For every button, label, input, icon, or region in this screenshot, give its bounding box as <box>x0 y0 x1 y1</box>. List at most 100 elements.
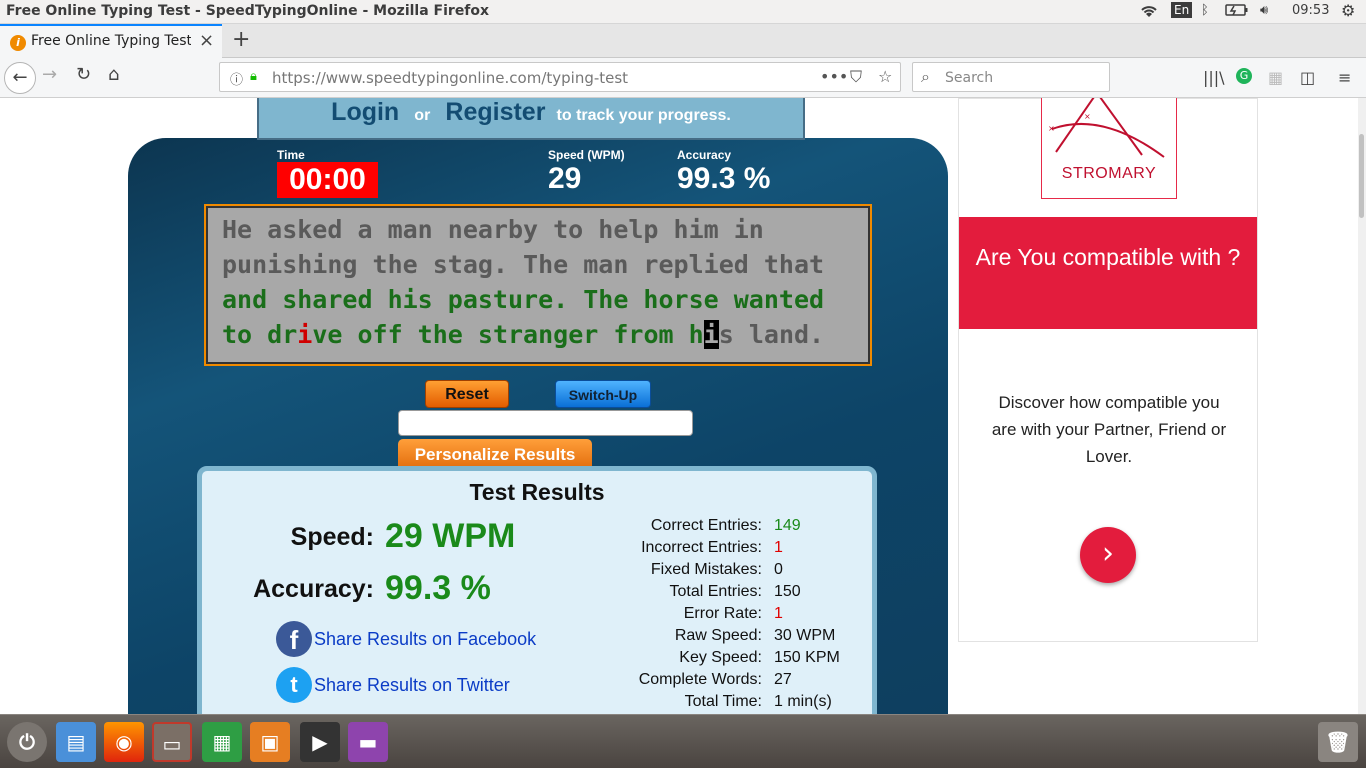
twitter-icon[interactable]: t <box>276 667 312 703</box>
stat-value: 27 <box>774 671 792 688</box>
pocket-icon[interactable]: ⛉ <box>850 67 862 87</box>
switch-up-button[interactable]: Switch-Up <box>555 380 651 408</box>
bookmark-star-icon[interactable]: ☆ <box>878 67 892 86</box>
menu-hamburger-icon[interactable]: ≡ <box>1338 68 1351 87</box>
app-icon[interactable]: ▬ <box>348 722 388 762</box>
secure-lock-icon[interactable]: 🔒︎ <box>250 69 257 84</box>
time-label: Time <box>277 148 305 162</box>
spreadsheet-icon[interactable]: ▦ <box>202 722 242 762</box>
stat-row: Incorrect Entries: 1 <box>582 539 872 561</box>
stat-row: Raw Speed: 30 WPM <box>582 627 872 649</box>
stat-key: Fixed Mistakes: <box>650 561 762 578</box>
sidebar-icon[interactable]: ◫ <box>1300 68 1315 87</box>
text-line-1: He asked a man nearby to help him in <box>222 215 764 244</box>
firefox-icon[interactable]: ◉ <box>104 722 144 762</box>
url-bar[interactable]: ⓘ 🔒︎ https://www.speedtypingonline.com/t… <box>219 62 901 92</box>
track-progress-text: to track your progress. <box>556 107 731 124</box>
tab-typing-test[interactable]: i Free Online Typing Test × <box>0 24 222 58</box>
system-menu-icon[interactable]: ⏻ <box>7 722 47 762</box>
stat-key: Total Time: <box>684 693 762 710</box>
facebook-icon[interactable]: f <box>276 621 312 657</box>
battery-icon[interactable] <box>1225 3 1249 21</box>
typing-input[interactable] <box>398 410 693 436</box>
video-editor-icon[interactable]: ▶ <box>300 722 340 762</box>
reset-button[interactable]: Reset <box>425 380 509 408</box>
ad-body-text: Discover how compatible you are with you… <box>991 393 1227 466</box>
stat-row: Total Time: 1 min(s) <box>582 693 872 714</box>
page-actions-icon[interactable]: ••• <box>820 67 848 86</box>
home-icon[interactable]: ⌂ <box>108 64 119 85</box>
time-display: 00:00 <box>277 162 378 198</box>
grammarly-icon[interactable]: G <box>1236 68 1252 84</box>
result-accuracy-value: 99.3 % <box>385 569 491 607</box>
files-icon[interactable]: ▭ <box>152 722 192 762</box>
image-viewer-icon[interactable]: ▤ <box>56 722 96 762</box>
result-accuracy-label: Accuracy: <box>253 575 374 603</box>
stat-key: Complete Words: <box>638 671 762 688</box>
stat-key: Correct Entries: <box>650 517 762 534</box>
stat-key: Raw Speed: <box>674 627 762 644</box>
stat-key: Error Rate: <box>683 605 762 622</box>
advertisement[interactable]: × × STROMARY Are You compatible with ? D… <box>958 98 1258 642</box>
forward-arrow-icon[interactable]: → <box>42 64 57 85</box>
text-line-3: and shared his pasture. The horse wanted <box>222 285 825 314</box>
share-twitter-link[interactable]: Share Results on Twitter <box>314 675 510 696</box>
speed-value: 29 <box>548 162 582 195</box>
tab-title: Free Online Typing Test <box>31 33 191 49</box>
or-text: or <box>414 107 431 124</box>
close-tab-icon[interactable]: × <box>199 30 214 51</box>
page-scrollbar[interactable] <box>1358 98 1366 714</box>
typed-text: to dr <box>222 320 298 349</box>
url-text[interactable]: https://www.speedtypingonline.com/typing… <box>272 69 628 87</box>
clock[interactable]: 09:53 <box>1292 3 1329 18</box>
stat-row: Error Rate: 1 <box>582 605 872 627</box>
login-link[interactable]: Login <box>331 98 399 126</box>
window-title: Free Online Typing Test - SpeedTypingOnl… <box>6 3 490 19</box>
register-link[interactable]: Register <box>445 98 545 126</box>
ad-headline: Are You compatible with ? <box>975 244 1241 270</box>
web-page: Time 00:00 Speed (WPM) 29 Accuracy 99.3 … <box>0 98 1366 714</box>
presentation-icon[interactable]: ▣ <box>250 722 290 762</box>
accuracy-label: Accuracy <box>677 148 732 162</box>
text-line-4: to drive off the stranger from his land. <box>222 317 854 352</box>
site-info-icon[interactable]: ⓘ <box>230 69 243 88</box>
settings-gear-icon[interactable]: ⚙ <box>1341 1 1355 20</box>
url-host: https://www.speedtypingonline.com <box>272 69 542 87</box>
ad-chevron-right-icon[interactable]: › <box>1080 527 1136 583</box>
site-favicon-icon: i <box>10 35 26 51</box>
bluetooth-icon[interactable]: ᛒ <box>1201 3 1209 18</box>
scrollbar-thumb[interactable] <box>1359 134 1364 218</box>
stat-value: 0 <box>774 561 783 578</box>
library-icon[interactable]: |||\ <box>1203 68 1225 87</box>
stat-value: 30 WPM <box>774 627 836 644</box>
system-top-bar: Free Online Typing Test - SpeedTypingOnl… <box>0 0 1366 24</box>
brand-logo[interactable]: × × STROMARY <box>1041 98 1177 199</box>
trash-icon[interactable]: 🗑︎ <box>1318 722 1358 762</box>
stat-value: 1 <box>774 539 783 556</box>
svg-text:×: × <box>1048 124 1055 133</box>
typed-text: ve off the stranger from h <box>312 320 704 349</box>
result-speed-value: 29 WPM <box>385 517 516 555</box>
stat-value: 150 <box>774 583 801 600</box>
navigation-bar: ← → ↻ ⌂ ⓘ 🔒︎ https://www.speedtypingonli… <box>0 58 1366 98</box>
new-tab-plus-icon[interactable]: + <box>232 27 250 52</box>
share-facebook-link[interactable]: Share Results on Facebook <box>314 629 536 650</box>
wifi-icon[interactable] <box>1139 3 1159 23</box>
back-arrow-icon[interactable]: ← <box>4 62 36 94</box>
search-bar[interactable]: ⌕ Search <box>912 62 1110 92</box>
volume-icon[interactable]: 🔊︎ <box>1260 3 1268 18</box>
extension-icon[interactable]: ▦ <box>1268 68 1283 87</box>
test-results-box: Test Results Speed: 29 WPM Accuracy: 99.… <box>197 466 877 714</box>
stat-value: 150 KPM <box>774 649 840 666</box>
results-title: Test Results <box>469 479 605 505</box>
typing-text-area[interactable]: He asked a man nearby to help him in pun… <box>204 204 872 366</box>
stat-row: Fixed Mistakes: 0 <box>582 561 872 583</box>
login-banner: Login or Register to track your progress… <box>257 98 805 140</box>
result-speed-label: Speed: <box>290 523 374 551</box>
keyboard-layout-indicator[interactable]: En <box>1171 2 1193 18</box>
ad-headline-box[interactable]: Are You compatible with ? <box>959 217 1257 329</box>
accuracy-value: 99.3 % <box>677 162 771 195</box>
taskbar: ⏻ ▤ ◉ ▭ ▦ ▣ ▶ ▬ 🗑︎ <box>0 714 1366 768</box>
stat-row: Complete Words: 27 <box>582 671 872 693</box>
reload-icon[interactable]: ↻ <box>76 64 91 85</box>
